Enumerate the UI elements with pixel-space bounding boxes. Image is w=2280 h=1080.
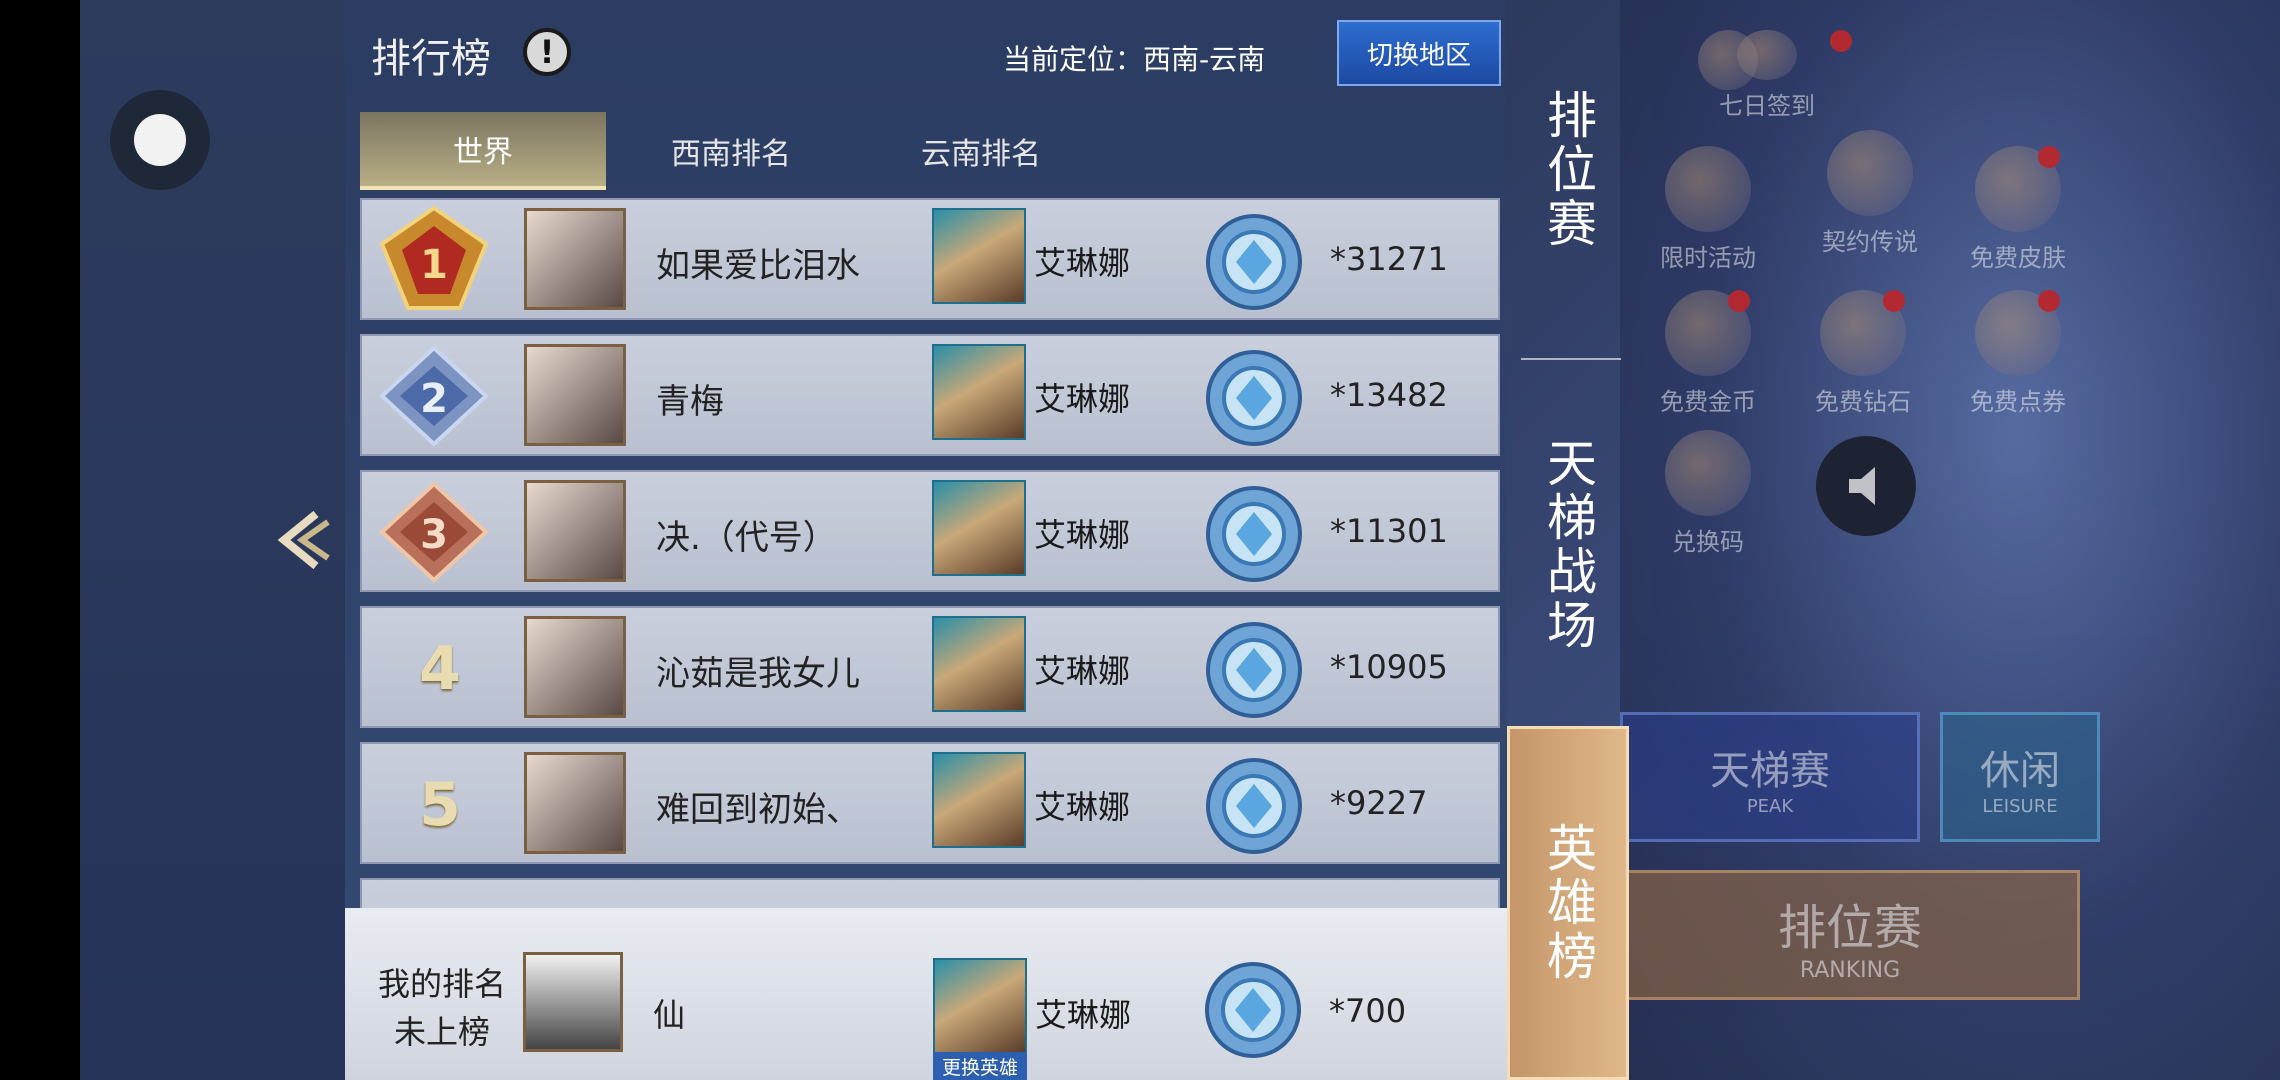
floating-assist-button[interactable]: [110, 90, 210, 190]
hero-avatar: [932, 344, 1026, 440]
avatar[interactable]: [524, 480, 626, 582]
back-arrow-icon[interactable]: [272, 508, 332, 572]
my-rank-status: 未上榜: [393, 1013, 490, 1051]
tab-southwest[interactable]: 西南排名: [606, 112, 856, 190]
panel-header: 排行榜 ! 当前定位：西南-云南 切换地区: [345, 0, 1507, 108]
my-hero-avatar[interactable]: [933, 958, 1027, 1054]
rank-badge-icon: [1206, 350, 1302, 446]
hero-name: 艾琳娜: [1034, 380, 1131, 418]
bg-mode-peak: 天梯赛 PEAK: [1620, 712, 1920, 842]
rank-badge-icon: [1206, 622, 1302, 718]
table-row[interactable]: 4 沁茹是我女儿 艾琳娜 *10905: [360, 606, 1500, 728]
leaderboard-panel: 排行榜 ! 当前定位：西南-云南 切换地区 世界 西南排名 云南排名 1 如果爱…: [345, 0, 1507, 1080]
silver-medal-icon: 2: [379, 345, 489, 447]
my-rank-title: 我的排名: [377, 965, 506, 1003]
score: *13482: [1330, 376, 1448, 414]
my-player-name: 仙: [653, 996, 686, 1034]
rank-badge-icon: [1206, 214, 1302, 310]
status-bar-strip: [0, 0, 80, 1080]
rank-number: 3: [420, 512, 448, 558]
my-rank-row: 我的排名 未上榜 仙 更换英雄 艾琳娜 *700: [345, 908, 1507, 1080]
bronze-medal-icon: 3: [379, 481, 489, 583]
player-name: 难回到初始、: [656, 790, 860, 830]
page-title: 排行榜: [371, 36, 491, 82]
current-location: 当前定位：西南-云南: [1003, 43, 1266, 76]
background-scene: 七日签到 限时活动 契约传说 免费皮肤 免费金币 免费钻石 免费点券 兑换码 天…: [1620, 0, 2280, 1080]
side-tabs: 排位赛 天梯战场 英雄榜: [1507, 0, 1629, 1080]
avatar[interactable]: [524, 208, 626, 310]
my-score: *700: [1329, 992, 1407, 1030]
bg-mode-leisure: 休闲 LEISURE: [1940, 712, 2100, 842]
gold-medal-icon: 1: [379, 205, 489, 310]
rank-number: 5: [419, 770, 461, 840]
ranking-tabs: 世界 西南排名 云南排名: [360, 112, 1492, 192]
hero-avatar: [932, 616, 1026, 712]
hero-name: 艾琳娜: [1034, 652, 1131, 690]
score: *10905: [1330, 648, 1448, 686]
table-row[interactable]: 3 决.（代号） 艾琳娜 *11301: [360, 470, 1500, 592]
score: *9227: [1330, 784, 1428, 822]
rank-badge-icon: [1206, 486, 1302, 582]
bg-mode-ranking: 排位赛 RANKING: [1620, 870, 2080, 1000]
info-icon[interactable]: !: [523, 28, 571, 76]
score: *31271: [1330, 240, 1448, 278]
side-tab-hero-board[interactable]: 英雄榜: [1507, 726, 1629, 1080]
table-row[interactable]: [360, 878, 1500, 908]
ranking-list[interactable]: 1 如果爱比泪水 艾琳娜 *31271 2 青梅 艾琳娜 *13482 3 决.…: [360, 198, 1500, 908]
rank-badge-icon: [1205, 962, 1301, 1058]
player-name: 决.（代号）: [656, 518, 837, 558]
rank-number: 4: [419, 634, 461, 704]
bg-activity-4: 免费钻石: [1815, 290, 1911, 417]
rank-number: 2: [420, 376, 448, 422]
side-divider: [1521, 358, 1621, 360]
bg-activity-1: 契约传说: [1810, 130, 1930, 257]
table-row[interactable]: 5 难回到初始、 艾琳娜 *9227: [360, 742, 1500, 864]
avatar[interactable]: [524, 344, 626, 446]
avatar[interactable]: [524, 752, 626, 854]
bg-activity-6: 兑换码: [1660, 430, 1756, 557]
hero-avatar: [932, 752, 1026, 848]
tab-world[interactable]: 世界: [360, 112, 606, 190]
score: *11301: [1330, 512, 1448, 550]
switch-region-button[interactable]: 切换地区: [1337, 20, 1501, 86]
table-row[interactable]: 2 青梅 艾琳娜 *13482: [360, 334, 1500, 456]
hero-avatar: [932, 480, 1026, 576]
hero-name: 艾琳娜: [1034, 244, 1131, 282]
table-row[interactable]: 1 如果爱比泪水 艾琳娜 *31271: [360, 198, 1500, 320]
player-name: 如果爱比泪水: [656, 246, 860, 286]
player-name: 青梅: [656, 382, 724, 422]
speaker-icon: [1816, 436, 1916, 536]
my-rank-label: 我的排名 未上榜: [367, 960, 517, 1056]
side-tab-ranked[interactable]: 排位赛: [1507, 60, 1629, 280]
bg-checkin: 七日签到: [1702, 30, 1852, 121]
hero-name: 艾琳娜: [1034, 516, 1131, 554]
bg-activity-2: 免费皮肤: [1970, 146, 2066, 273]
my-hero-name: 艾琳娜: [1035, 996, 1132, 1034]
assist-dot-icon: [134, 114, 186, 166]
player-name: 沁茹是我女儿: [656, 654, 860, 694]
hero-avatar: [932, 208, 1026, 304]
bg-activity-5: 免费点券: [1970, 290, 2066, 417]
change-hero-button[interactable]: 更换英雄: [933, 1052, 1027, 1080]
bg-activity-0: 限时活动: [1660, 146, 1756, 273]
rank-badge-icon: [1206, 758, 1302, 854]
side-tab-ladder[interactable]: 天梯战场: [1507, 410, 1629, 680]
rank-number: 1: [420, 242, 448, 288]
avatar[interactable]: [524, 616, 626, 718]
bg-activity-3: 免费金币: [1660, 290, 1756, 417]
hero-name: 艾琳娜: [1034, 788, 1131, 826]
my-avatar[interactable]: [523, 952, 623, 1052]
tab-yunnan[interactable]: 云南排名: [856, 112, 1106, 190]
